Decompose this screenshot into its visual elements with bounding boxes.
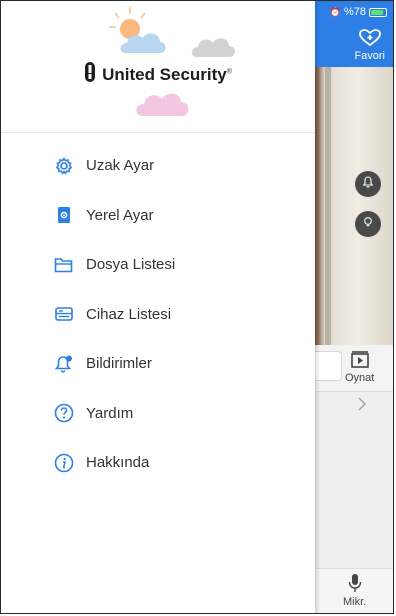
navigation-drawer: United Security® Uzak Ayar Yerel Ayar Do… (1, 1, 315, 613)
menu-item-remote-settings[interactable]: Uzak Ayar (1, 141, 315, 191)
battery-icon (369, 7, 387, 17)
device-icon (54, 304, 74, 324)
shield-logo-icon (84, 61, 96, 88)
light-button[interactable] (355, 211, 381, 237)
help-icon (54, 403, 74, 423)
play-label: Oynat (345, 372, 375, 384)
menu-item-label: Cihaz Listesi (86, 305, 172, 323)
drawer-header: United Security® (1, 1, 315, 133)
alarm-icon: ⏰ (329, 6, 341, 17)
microphone-button[interactable]: Mikr. (343, 573, 366, 608)
app-frame: ⏰ %78 Favori Oynat Mikr. United Security… (0, 0, 394, 614)
heart-plus-icon (358, 28, 381, 50)
info-icon (54, 453, 74, 473)
logo-registered-mark: ® (226, 67, 232, 75)
menu-item-label: Bildirimler (86, 355, 152, 373)
battery-percentage: %78 (343, 6, 366, 18)
favorite-label: Favori (354, 49, 385, 62)
microphone-icon (348, 573, 362, 596)
phone-settings-icon (54, 205, 74, 225)
bell-icon (362, 175, 374, 193)
sun-cloud-icon (109, 7, 166, 53)
folder-icon (54, 255, 74, 275)
chevron-right-icon[interactable] (357, 397, 367, 416)
menu-item-help[interactable]: Yardım (1, 389, 315, 439)
menu-item-device-list[interactable]: Cihaz Listesi (1, 290, 315, 340)
favorite-button[interactable]: Favori (354, 28, 385, 62)
play-button[interactable]: Oynat (345, 349, 374, 384)
menu-item-label: Yardım (86, 404, 134, 422)
menu-item-label: Yerel Ayar (86, 206, 154, 224)
menu-item-local-settings[interactable]: Yerel Ayar (1, 191, 315, 241)
menu-item-label: Hakkında (86, 454, 150, 472)
bottom-toolbar: Mikr. (315, 568, 393, 613)
bulb-icon (362, 215, 374, 233)
cloud-pink-icon (136, 93, 189, 116)
playback-row: Oynat (315, 345, 393, 392)
drawer-menu: Uzak Ayar Yerel Ayar Dosya Listesi Cihaz… (1, 141, 315, 488)
status-bar: ⏰ %78 (315, 1, 393, 23)
gear-icon (54, 156, 74, 176)
menu-item-notifications[interactable]: Bildirimler (1, 339, 315, 389)
alarm-bell-button[interactable] (355, 171, 381, 197)
door-frame (325, 67, 331, 345)
bell-icon (54, 354, 74, 374)
menu-item-label: Dosya Listesi (86, 256, 176, 274)
logo-text: United Security (102, 64, 227, 84)
header-bar: Favori (315, 23, 393, 67)
app-logo: United Security® (1, 61, 315, 88)
menu-item-file-list[interactable]: Dosya Listesi (1, 240, 315, 290)
microphone-label: Mikr. (343, 596, 367, 608)
cloud-gray-icon (191, 38, 235, 57)
menu-item-label: Uzak Ayar (86, 157, 155, 175)
play-video-icon (349, 349, 371, 372)
date-field[interactable] (315, 351, 342, 381)
menu-item-about[interactable]: Hakkında (1, 438, 315, 488)
camera-live-view[interactable] (315, 67, 393, 345)
background-app: ⏰ %78 Favori Oynat Mikr. (315, 1, 393, 613)
